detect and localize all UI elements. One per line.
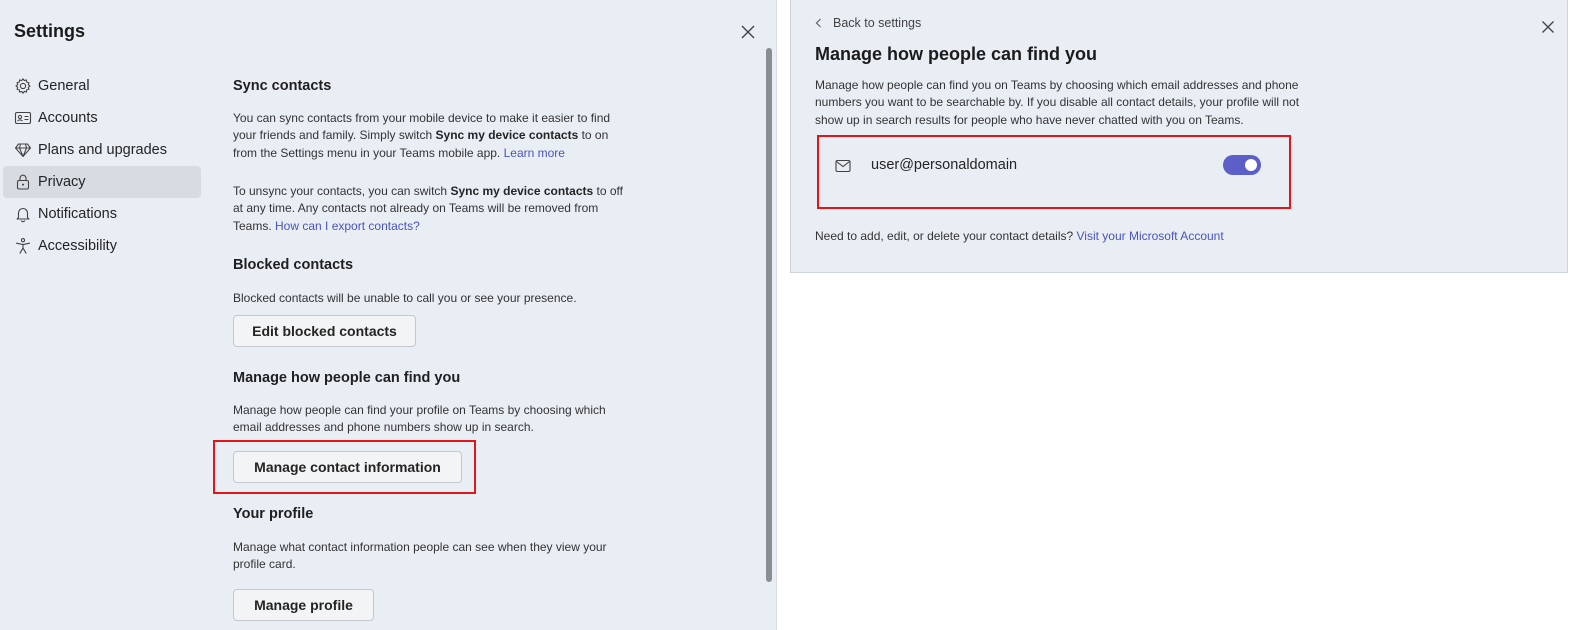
settings-title: Settings bbox=[14, 21, 86, 41]
learn-more-link[interactable]: Learn more bbox=[504, 146, 565, 160]
nav-label-accounts: Accounts bbox=[38, 110, 98, 126]
microsoft-account-link[interactable]: Visit your Microsoft Account bbox=[1077, 229, 1224, 243]
chevron-left-icon bbox=[815, 18, 821, 28]
manage-profile-button[interactable]: Manage profile bbox=[233, 589, 374, 621]
diamond-icon bbox=[14, 141, 32, 159]
bell-icon bbox=[14, 205, 32, 223]
find-you-panel: Back to settings Manage how people can f… bbox=[790, 0, 1568, 273]
scrollbar-thumb[interactable] bbox=[766, 48, 772, 582]
nav-item-privacy[interactable]: Privacy bbox=[3, 166, 201, 198]
edit-blocked-contacts-button[interactable]: Edit blocked contacts bbox=[233, 315, 416, 347]
back-to-settings-link[interactable]: Back to settings bbox=[813, 16, 921, 30]
unsync-contacts-description: To unsync your contacts, you can switch … bbox=[233, 184, 623, 233]
blocked-contacts-description: Blocked contacts will be unable to call … bbox=[233, 291, 577, 305]
nav-label-accessibility: Accessibility bbox=[38, 238, 117, 254]
your-profile-heading: Your profile bbox=[233, 506, 314, 522]
settings-panel: Settings General Accounts Plans and upgr… bbox=[0, 0, 777, 630]
highlight-box bbox=[817, 135, 1291, 209]
your-profile-description: Manage what contact information people c… bbox=[233, 540, 607, 572]
accessibility-icon bbox=[14, 237, 32, 255]
lock-icon bbox=[14, 173, 32, 191]
find-you-panel-description: Manage how people can find you on Teams … bbox=[815, 78, 1300, 127]
back-to-settings-label: Back to settings bbox=[833, 16, 922, 30]
nav-item-plans[interactable]: Plans and upgrades bbox=[3, 134, 201, 166]
close-icon bbox=[741, 25, 755, 39]
find-you-title: Manage how people can find you bbox=[815, 44, 1098, 64]
gear-icon bbox=[14, 77, 32, 95]
account-footer: Need to add, edit, or delete your contac… bbox=[815, 229, 1224, 243]
nav-label-general: General bbox=[38, 78, 90, 94]
find-you-description: Manage how people can find your profile … bbox=[233, 403, 606, 435]
nav-label-plans: Plans and upgrades bbox=[38, 142, 167, 158]
close-settings-button[interactable] bbox=[738, 22, 758, 42]
find-you-heading: Manage how people can find you bbox=[233, 370, 461, 386]
nav-item-accounts[interactable]: Accounts bbox=[3, 102, 201, 134]
close-panel-button[interactable] bbox=[1539, 18, 1557, 36]
scrollbar[interactable] bbox=[766, 48, 774, 582]
export-contacts-link[interactable]: How can I export contacts? bbox=[275, 219, 420, 233]
sync-contacts-heading: Sync contacts bbox=[233, 78, 332, 94]
nav-item-general[interactable]: General bbox=[3, 70, 201, 102]
nav-item-accessibility[interactable]: Accessibility bbox=[3, 230, 201, 262]
settings-nav: General Accounts Plans and upgrades Priv… bbox=[3, 70, 201, 262]
nav-label-notifications: Notifications bbox=[38, 206, 117, 222]
nav-item-notifications[interactable]: Notifications bbox=[3, 198, 201, 230]
account-footer-text: Need to add, edit, or delete your contac… bbox=[815, 229, 1077, 243]
blocked-contacts-heading: Blocked contacts bbox=[233, 257, 354, 273]
sync-contacts-description: You can sync contacts from your mobile d… bbox=[233, 111, 611, 160]
nav-label-privacy: Privacy bbox=[38, 174, 86, 190]
highlight-box bbox=[213, 440, 476, 494]
id-card-icon bbox=[14, 109, 32, 127]
close-icon bbox=[1542, 21, 1554, 33]
